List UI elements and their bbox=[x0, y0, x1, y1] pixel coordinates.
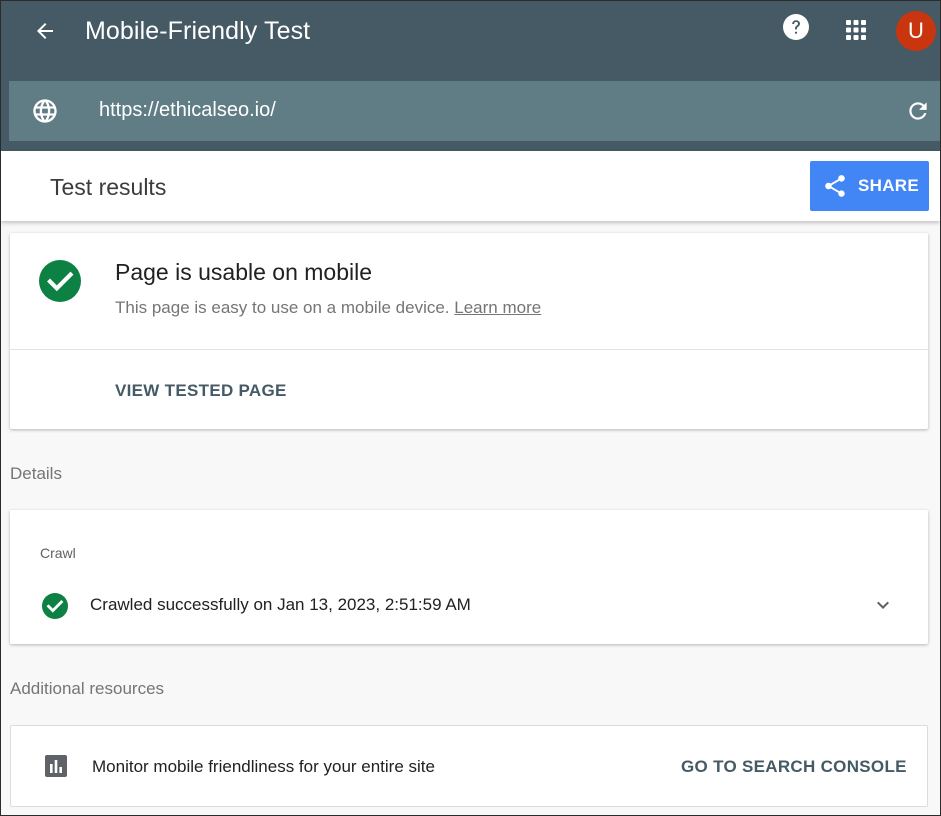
check-circle-icon bbox=[42, 593, 68, 619]
refresh-button[interactable] bbox=[904, 97, 932, 125]
globe-icon bbox=[33, 99, 57, 123]
refresh-icon bbox=[909, 102, 927, 120]
resources-card: Monitor mobile friendliness for your ent… bbox=[10, 725, 928, 807]
expand-crawl-button[interactable] bbox=[870, 592, 896, 618]
arrow-back-icon bbox=[37, 23, 53, 39]
url-bar[interactable]: https://ethicalseo.io/ bbox=[9, 81, 940, 141]
crawl-status-text: Crawled successfully on Jan 13, 2023, 2:… bbox=[90, 595, 471, 614]
monitor-text: Monitor mobile friendliness for your ent… bbox=[92, 757, 435, 776]
page-title: Test results bbox=[50, 174, 167, 200]
details-heading: Details bbox=[10, 464, 62, 483]
share-button-label: SHARE bbox=[858, 176, 920, 195]
divider bbox=[10, 349, 928, 350]
results-header: Test results SHARE bbox=[1, 151, 940, 221]
help-icon bbox=[783, 14, 809, 40]
app-title: Mobile-Friendly Test bbox=[85, 17, 311, 45]
crawl-card: Crawl Crawled successfully on Jan 13, 20… bbox=[10, 510, 928, 644]
back-button[interactable] bbox=[29, 15, 61, 47]
result-title: Page is usable on mobile bbox=[115, 259, 372, 285]
check-circle-icon bbox=[39, 260, 81, 302]
avatar[interactable]: U bbox=[896, 11, 936, 51]
chevron-down-icon bbox=[877, 601, 889, 609]
apps-button[interactable] bbox=[841, 15, 871, 45]
result-card: Page is usable on mobile This page is ea… bbox=[10, 233, 928, 429]
share-button[interactable]: SHARE bbox=[810, 161, 929, 211]
bar-chart-icon bbox=[45, 755, 67, 777]
help-button[interactable] bbox=[782, 13, 810, 41]
share-icon bbox=[825, 175, 845, 197]
result-description-text: This page is easy to use on a mobile dev… bbox=[115, 298, 450, 317]
apps-grid-icon bbox=[846, 20, 866, 40]
view-tested-page-button[interactable]: VIEW TESTED PAGE bbox=[115, 381, 287, 401]
additional-resources-heading: Additional resources bbox=[10, 679, 165, 698]
learn-more-link[interactable]: Learn more bbox=[454, 298, 541, 317]
go-to-search-console-button[interactable]: GO TO SEARCH CONSOLE bbox=[681, 757, 907, 777]
crawl-label: Crawl bbox=[40, 545, 76, 561]
result-description: This page is easy to use on a mobile dev… bbox=[115, 298, 541, 318]
app-window: Mobile-Friendly Test U https://ethicalse… bbox=[0, 0, 941, 816]
url-input[interactable]: https://ethicalseo.io/ bbox=[99, 99, 276, 122]
app-bar: Mobile-Friendly Test U https://ethicalse… bbox=[1, 1, 940, 151]
